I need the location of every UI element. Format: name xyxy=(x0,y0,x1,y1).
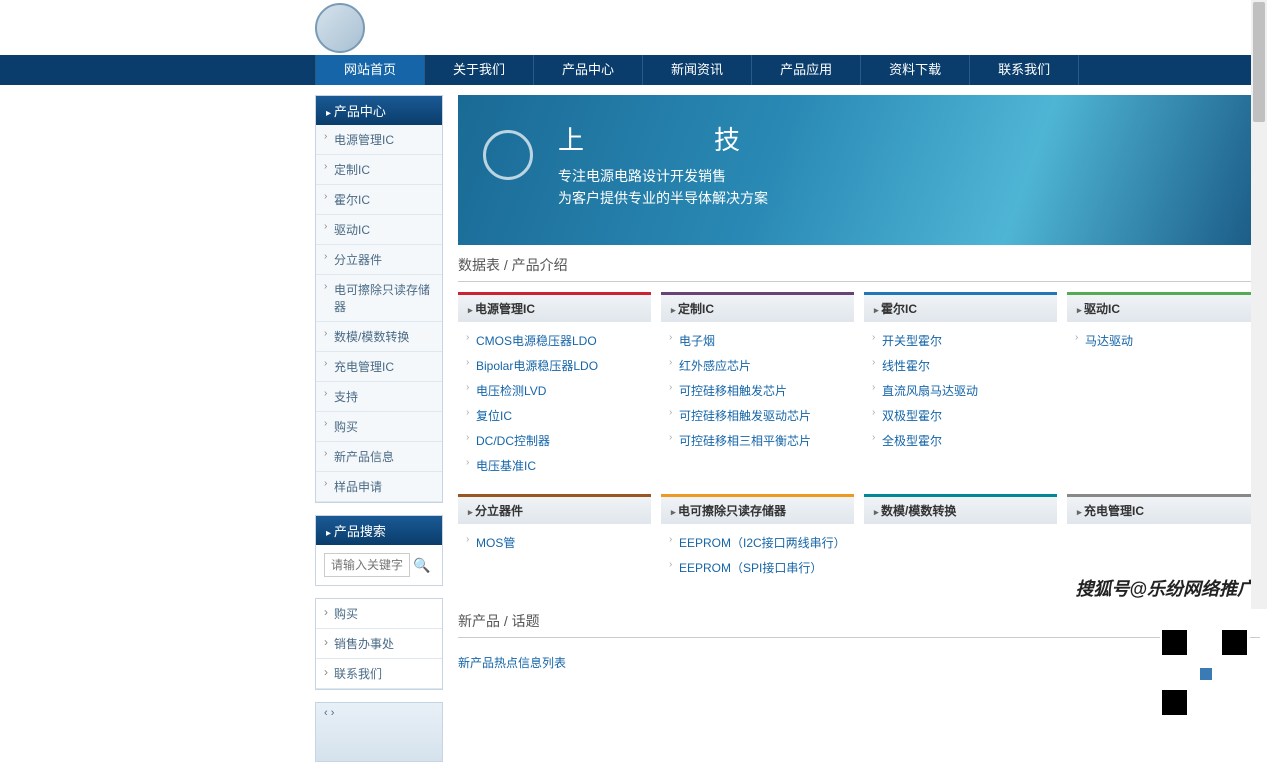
category-header[interactable]: 定制IC xyxy=(661,292,854,322)
sidebar-item[interactable]: 样品申请 xyxy=(316,472,442,502)
promo-arrows-icon: ‹ › xyxy=(324,707,334,719)
sidebar-header: 产品中心 xyxy=(316,96,442,125)
quick-link[interactable]: 购买 xyxy=(316,599,442,629)
category-link[interactable]: 可控硅移相触发芯片 xyxy=(661,378,854,403)
search-button[interactable]: 🔍 xyxy=(410,553,434,577)
search-header: 产品搜索 xyxy=(316,516,442,545)
category-box: 分立器件 MOS管 xyxy=(458,494,651,586)
banner-subtitle: 专注电源电路设计开发销售 xyxy=(558,165,1260,187)
category-link[interactable]: 开关型霍尔 xyxy=(864,328,1057,353)
sidebar-item[interactable]: 支持 xyxy=(316,382,442,412)
category-link[interactable]: 电压检测LVD xyxy=(458,378,651,403)
banner-logo-icon xyxy=(483,130,533,180)
search-input[interactable] xyxy=(324,553,410,577)
category-link[interactable]: Bipolar电源稳压器LDO xyxy=(458,353,651,378)
section-title-datasheets: 数据表 / 产品介绍 xyxy=(458,245,1260,282)
news-list-link[interactable]: 新产品热点信息列表 xyxy=(458,648,1260,677)
quick-link[interactable]: 销售办事处 xyxy=(316,629,442,659)
category-link[interactable]: 直流风扇马达驱动 xyxy=(864,378,1057,403)
category-box: 霍尔IC 开关型霍尔线性霍尔直流风扇马达驱动双极型霍尔全极型霍尔 xyxy=(864,292,1057,484)
sidebar-item[interactable]: 分立器件 xyxy=(316,245,442,275)
category-link[interactable]: 复位IC xyxy=(458,403,651,428)
category-link[interactable]: 可控硅移相触发驱动芯片 xyxy=(661,403,854,428)
category-link[interactable]: EEPROM（SPI接口串行） xyxy=(661,555,854,580)
category-header[interactable]: 分立器件 xyxy=(458,494,651,524)
category-box: 电可擦除只读存储器 EEPROM（I2C接口两线串行）EEPROM（SPI接口串行… xyxy=(661,494,854,586)
nav-downloads[interactable]: 资料下载 xyxy=(861,55,970,85)
category-link[interactable]: 线性霍尔 xyxy=(864,353,1057,378)
category-box: 充电管理IC xyxy=(1067,494,1260,586)
nav-apps[interactable]: 产品应用 xyxy=(752,55,861,85)
category-header[interactable]: 电源管理IC xyxy=(458,292,651,322)
sidebar-search: 产品搜索 🔍 xyxy=(315,515,443,586)
scrollbar[interactable] xyxy=(1251,0,1267,609)
category-link[interactable]: 电子烟 xyxy=(661,328,854,353)
category-box: 电源管理IC CMOS电源稳压器LDOBipolar电源稳压器LDO电压检测LVD… xyxy=(458,292,651,484)
category-link[interactable]: 全极型霍尔 xyxy=(864,428,1057,453)
sidebar-item[interactable]: 驱动IC xyxy=(316,215,442,245)
category-link[interactable]: MOS管 xyxy=(458,530,651,555)
section-title-news: 新产品 / 话题 xyxy=(458,601,1260,638)
sidebar-item[interactable]: 定制IC xyxy=(316,155,442,185)
category-header[interactable]: 霍尔IC xyxy=(864,292,1057,322)
category-header[interactable]: 驱动IC xyxy=(1067,292,1260,322)
nav-home[interactable]: 网站首页 xyxy=(315,55,425,85)
search-icon: 🔍 xyxy=(413,557,430,573)
category-header[interactable]: 数模/模数转换 xyxy=(864,494,1057,524)
sidebar-item[interactable]: 新产品信息 xyxy=(316,442,442,472)
sidebar-product-center: 产品中心 电源管理IC 定制IC 霍尔IC 驱动IC 分立器件 电可擦除只读存储… xyxy=(315,95,443,503)
nav-contact[interactable]: 联系我们 xyxy=(970,55,1079,85)
category-header[interactable]: 电可擦除只读存储器 xyxy=(661,494,854,524)
banner-subtitle: 为客户提供专业的半导体解决方案 xyxy=(558,187,1260,209)
banner-title: 上 技 xyxy=(558,120,1260,157)
category-link[interactable]: 马达驱动 xyxy=(1067,328,1260,353)
sidebar-quick-links: 购买 销售办事处 联系我们 xyxy=(315,598,443,690)
category-link[interactable]: 红外感应芯片 xyxy=(661,353,854,378)
category-box: 定制IC 电子烟红外感应芯片可控硅移相触发芯片可控硅移相触发驱动芯片可控硅移相三相… xyxy=(661,292,854,484)
quick-link[interactable]: 联系我们 xyxy=(316,659,442,689)
sidebar-item[interactable]: 数模/模数转换 xyxy=(316,322,442,352)
nav-news[interactable]: 新闻资讯 xyxy=(643,55,752,85)
category-link[interactable]: 可控硅移相三相平衡芯片 xyxy=(661,428,854,453)
category-header[interactable]: 充电管理IC xyxy=(1067,494,1260,524)
qr-code-area xyxy=(1160,628,1260,728)
scrollbar-thumb[interactable] xyxy=(1253,2,1265,122)
qr-code-icon xyxy=(1160,628,1250,718)
category-link[interactable]: 电压基准IC xyxy=(458,453,651,478)
watermark-credit: 搜狐号@乐纷网络推广 xyxy=(1075,575,1255,601)
sidebar-item[interactable]: 充电管理IC xyxy=(316,352,442,382)
company-logo xyxy=(315,3,365,53)
category-link[interactable]: 双极型霍尔 xyxy=(864,403,1057,428)
sidebar-item[interactable]: 霍尔IC xyxy=(316,185,442,215)
sidebar-item[interactable]: 电可擦除只读存储器 xyxy=(316,275,442,322)
main-nav: 网站首页 关于我们 产品中心 新闻资讯 产品应用 资料下载 联系我们 xyxy=(0,55,1267,85)
category-link[interactable]: DC/DC控制器 xyxy=(458,428,651,453)
sidebar-item[interactable]: 电源管理IC xyxy=(316,125,442,155)
sidebar-promo[interactable]: ‹ › xyxy=(315,702,443,762)
sidebar-item[interactable]: 购买 xyxy=(316,412,442,442)
category-link[interactable]: CMOS电源稳压器LDO xyxy=(458,328,651,353)
nav-products[interactable]: 产品中心 xyxy=(534,55,643,85)
hero-banner: 上 技 专注电源电路设计开发销售 为客户提供专业的半导体解决方案 xyxy=(458,95,1260,245)
nav-about[interactable]: 关于我们 xyxy=(425,55,534,85)
category-box: 数模/模数转换 xyxy=(864,494,1057,586)
category-box: 驱动IC 马达驱动 xyxy=(1067,292,1260,484)
category-link[interactable]: EEPROM（I2C接口两线串行） xyxy=(661,530,854,555)
